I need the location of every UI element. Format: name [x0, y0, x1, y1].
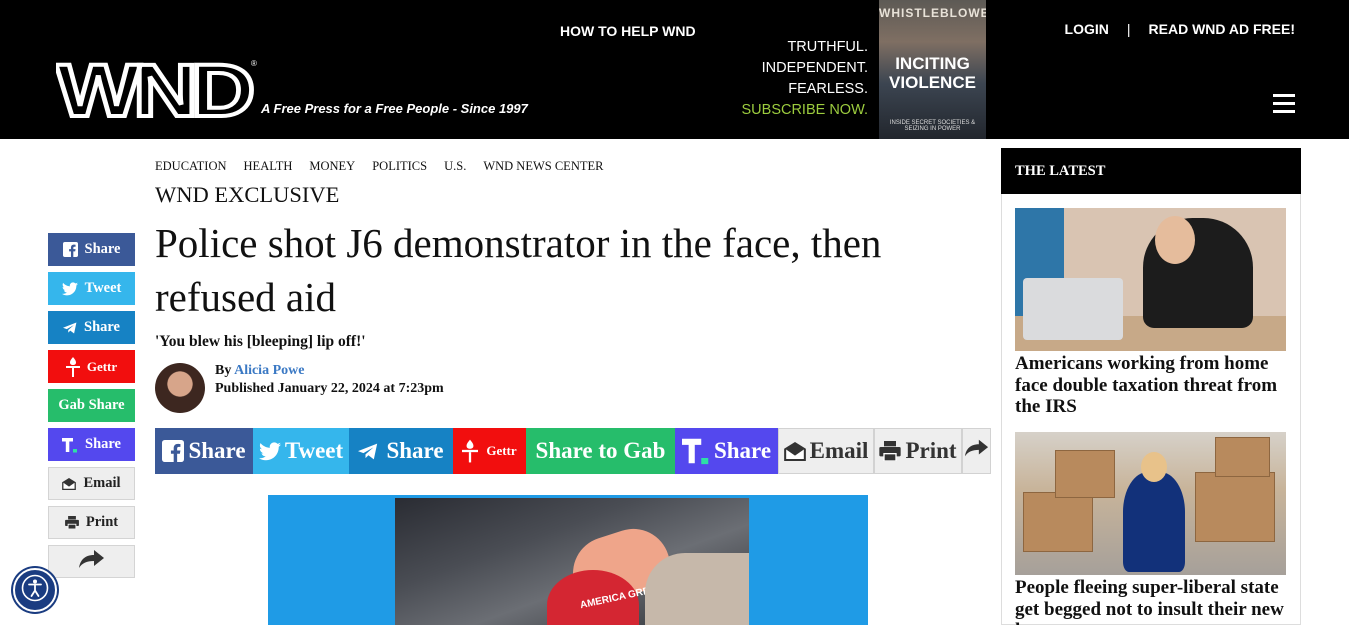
- account-links: LOGIN | READ WND AD FREE!: [1065, 21, 1295, 37]
- gab-share-button[interactable]: Share to Gab: [526, 428, 675, 474]
- side-gab-share-button[interactable]: Gab Share: [48, 389, 135, 422]
- article-byline: By Alicia Powe Published January 22, 202…: [215, 362, 444, 398]
- latest-story-title-2[interactable]: People fleeing super-liberal state get b…: [1015, 577, 1295, 625]
- gab-share-label: Share to Gab: [535, 438, 666, 463]
- side-print-label: Print: [85, 514, 119, 530]
- gettr-icon: [462, 439, 479, 463]
- truth-social-icon: [681, 437, 710, 465]
- side-twitter-tweet-button[interactable]: Tweet: [48, 272, 135, 305]
- latest-story-title-1[interactable]: Americans working from home face double …: [1015, 353, 1295, 418]
- print-icon: [879, 441, 902, 461]
- print-label: Print: [905, 438, 957, 463]
- side-share-buttons: Share Tweet Share Gettr Gab Share Share …: [48, 233, 135, 584]
- subscribe-now-link[interactable]: SUBSCRIBE NOW.: [742, 100, 869, 121]
- telegram-share-label: Share: [386, 438, 444, 463]
- side-email-button[interactable]: Email: [48, 467, 135, 500]
- article-hero-image: AMERICA GREAT AGAIN: [268, 495, 868, 625]
- promo-line-1: TRUTHFUL.: [787, 39, 868, 55]
- side-tweet-label: Tweet: [84, 280, 122, 296]
- svg-text:®: ®: [251, 59, 257, 68]
- tweet-label: Tweet: [284, 438, 344, 463]
- telegram-share-button[interactable]: Share: [349, 428, 453, 474]
- telegram-icon: [358, 443, 378, 460]
- side-more-share-button[interactable]: [48, 545, 135, 578]
- article-headline: Police shot J6 demonstrator in the face,…: [155, 220, 882, 320]
- by-label: By: [215, 363, 232, 378]
- nav-education[interactable]: EDUCATION: [155, 159, 227, 174]
- latest-story-image-1[interactable]: [1015, 208, 1286, 351]
- article-subheadline: 'You blew his [bleeping] lip off!': [155, 333, 366, 350]
- email-label: Email: [809, 438, 869, 463]
- side-share-label: Share: [85, 436, 121, 452]
- magazine-cover-subtitle: INSIDE SECRET SOCIETIES & SEIZING IN POW…: [889, 120, 976, 132]
- facebook-icon: [62, 242, 78, 257]
- twitter-tweet-button[interactable]: Tweet: [253, 428, 349, 474]
- nav-wnd-news-center[interactable]: WND NEWS CENTER: [483, 159, 603, 174]
- gettr-share-button[interactable]: Gettr: [453, 428, 526, 474]
- print-icon: [64, 516, 79, 529]
- share-arrow-icon: [964, 438, 989, 464]
- logo-wordmark: WND: [56, 56, 252, 120]
- link-separator: |: [1126, 21, 1131, 37]
- promo-line-3: FEARLESS.: [788, 81, 868, 97]
- site-tagline: A Free Press for a Free People - Since 1…: [261, 101, 528, 116]
- side-facebook-share-button[interactable]: Share: [48, 233, 135, 266]
- print-button[interactable]: Print: [874, 428, 962, 474]
- whistleblower-magazine-cover[interactable]: WHISTLEBLOWER INCITING VIOLENCE INSIDE S…: [879, 0, 986, 139]
- latest-heading: THE LATEST: [1001, 148, 1301, 194]
- side-telegram-share-button[interactable]: Share: [48, 311, 135, 344]
- article-kicker: WND EXCLUSIVE: [155, 182, 340, 207]
- author-avatar: [155, 363, 205, 413]
- how-to-help-link[interactable]: HOW TO HELP WND: [560, 23, 696, 39]
- wnd-logo[interactable]: WND ®: [56, 56, 261, 120]
- more-share-button[interactable]: [962, 428, 991, 474]
- telegram-icon: [63, 321, 77, 334]
- category-nav: EDUCATION HEALTH MONEY POLITICS U.S. WND…: [155, 159, 620, 174]
- nav-us[interactable]: U.S.: [444, 159, 466, 174]
- email-share-button[interactable]: Email: [778, 428, 874, 474]
- twitter-icon: [258, 441, 281, 461]
- site-header: WND ® A Free Press for a Free People - S…: [0, 0, 1349, 139]
- share-arrow-icon: [78, 550, 105, 573]
- side-share-label: Share: [84, 241, 121, 257]
- twitter-icon: [61, 281, 78, 296]
- article-share-bar: Share Tweet Share Gettr Share to Gab Sha…: [155, 428, 991, 474]
- email-icon: [62, 477, 77, 490]
- truth-social-share-button[interactable]: Share: [675, 428, 778, 474]
- ad-free-link[interactable]: READ WND AD FREE!: [1149, 21, 1295, 37]
- side-share-label: Share: [84, 319, 120, 335]
- latest-story-image-2[interactable]: [1015, 432, 1286, 575]
- magazine-series-title: WHISTLEBLOWER: [879, 6, 986, 20]
- accessibility-icon: [21, 574, 49, 607]
- published-date: Published January 22, 2024 at 7:23pm: [215, 381, 444, 396]
- accessibility-widget-button[interactable]: [13, 568, 57, 612]
- author-link[interactable]: Alicia Powe: [234, 363, 304, 378]
- nav-politics[interactable]: POLITICS: [372, 159, 427, 174]
- side-gettr-label: Gettr: [86, 358, 118, 374]
- side-email-label: Email: [83, 475, 121, 491]
- hero-photo: AMERICA GREAT AGAIN: [395, 498, 749, 625]
- truth-social-icon: [62, 437, 78, 453]
- side-gab-label: Gab Share: [58, 397, 125, 413]
- email-icon: [783, 441, 806, 461]
- side-print-button[interactable]: Print: [48, 506, 135, 539]
- side-gettr-button[interactable]: Gettr: [48, 350, 135, 383]
- nav-health[interactable]: HEALTH: [244, 159, 293, 174]
- gettr-label: Gettr: [486, 443, 517, 458]
- side-truth-social-share-button[interactable]: Share: [48, 428, 135, 461]
- promo-line-2: INDEPENDENT.: [761, 60, 868, 76]
- facebook-share-label: Share: [188, 438, 246, 463]
- login-link[interactable]: LOGIN: [1065, 21, 1109, 37]
- facebook-share-button[interactable]: Share: [155, 428, 253, 474]
- truth-social-share-label: Share: [713, 438, 772, 463]
- hamburger-menu-icon[interactable]: [1273, 94, 1295, 113]
- subscribe-promo: TRUTHFUL. INDEPENDENT. FEARLESS. SUBSCRI…: [742, 37, 869, 121]
- facebook-icon: [162, 440, 185, 462]
- magazine-cover-title: INCITING VIOLENCE: [889, 54, 976, 92]
- nav-money[interactable]: MONEY: [309, 159, 355, 174]
- gettr-icon: [65, 356, 80, 377]
